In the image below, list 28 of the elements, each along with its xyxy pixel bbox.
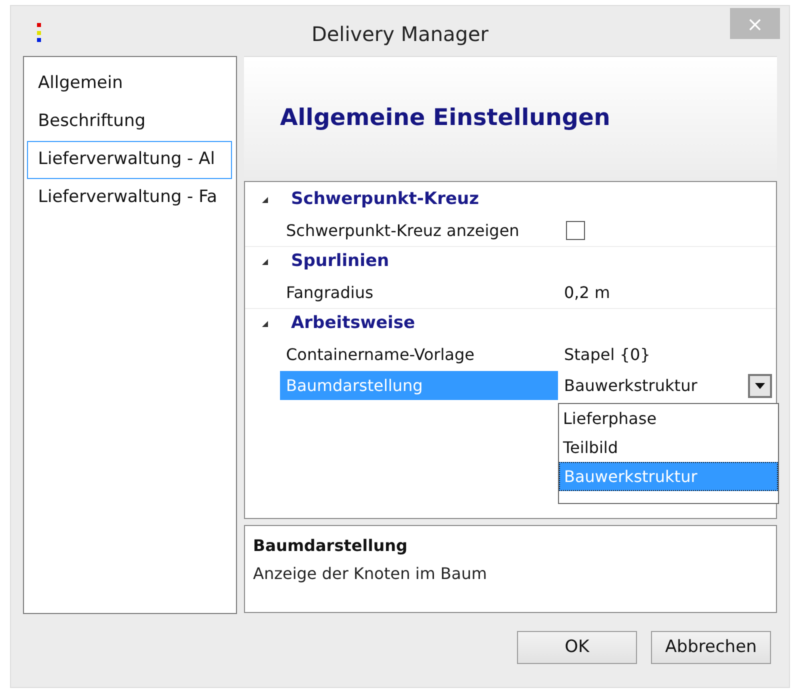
window-title: Delivery Manager bbox=[311, 21, 489, 48]
cancel-button[interactable]: Abbrechen bbox=[651, 631, 771, 664]
category-heading: Schwerpunkt-Kreuz bbox=[290, 188, 479, 212]
collapse-icon[interactable] bbox=[260, 196, 268, 204]
property-value[interactable]: Bauwerkstruktur bbox=[564, 374, 698, 398]
property-name[interactable]: Schwerpunkt-Kreuz anzeigen bbox=[280, 216, 558, 245]
sidebar-item[interactable]: Allgemein bbox=[27, 65, 232, 103]
ok-button[interactable]: OK bbox=[517, 631, 637, 664]
property-name[interactable]: Fangradius bbox=[280, 278, 558, 307]
page-heading: Allgemeine Einstellungen bbox=[280, 104, 610, 133]
dropdown-option[interactable]: Teilbild bbox=[559, 433, 778, 462]
checkbox[interactable] bbox=[566, 221, 585, 240]
dropdown-button[interactable] bbox=[748, 374, 772, 398]
dropdown-option[interactable]: Lieferphase bbox=[559, 404, 778, 433]
caret-icon bbox=[755, 382, 765, 388]
category-heading: Arbeitsweise bbox=[290, 312, 416, 336]
sidebar-item[interactable]: Lieferverwaltung - Al bbox=[27, 141, 232, 179]
sidebar-item[interactable]: Lieferverwaltung - Fa bbox=[27, 179, 232, 217]
app-icon bbox=[37, 23, 41, 43]
property-name[interactable]: Containername-Vorlage bbox=[280, 340, 558, 369]
description-title: Baumdarstellung bbox=[253, 535, 408, 557]
collapse-icon[interactable] bbox=[260, 258, 268, 266]
property-value[interactable]: Stapel {0} bbox=[564, 342, 650, 366]
sidebar-item[interactable]: Beschriftung bbox=[27, 103, 232, 141]
collapse-icon[interactable] bbox=[260, 320, 268, 328]
description-text: Anzeige der Knoten im Baum bbox=[253, 563, 488, 585]
category-heading: Spurlinien bbox=[290, 250, 390, 274]
property-value[interactable]: 0,2 m bbox=[564, 280, 610, 304]
